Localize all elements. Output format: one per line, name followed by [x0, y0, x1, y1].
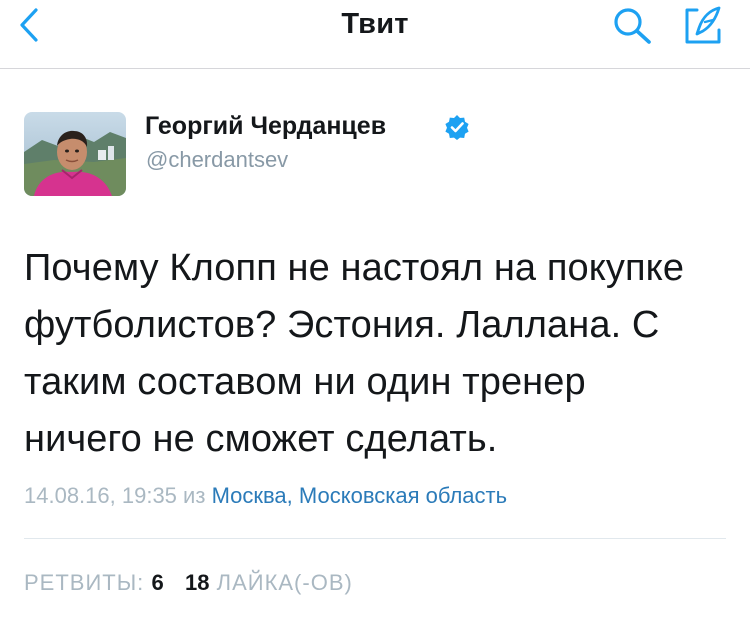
tweet-location-link[interactable]: Москва, Московская область [212, 483, 508, 508]
compose-icon [685, 6, 721, 44]
likes-label[interactable]: ЛАЙКА(-ОВ) [217, 570, 353, 595]
tweet-text-line: футболистов? Эстония. Лаллана. С [24, 304, 660, 346]
verified-badge-icon [445, 115, 469, 140]
retweets-label[interactable]: РЕТВИТЫ: [24, 570, 144, 595]
tweet-stats: РЕТВИТЫ: 6 18 ЛАЙКА(-ОВ) [24, 570, 353, 596]
search-button[interactable] [610, 6, 654, 46]
author-avatar[interactable] [24, 112, 126, 196]
divider [24, 538, 726, 539]
tweet-detail-screen: Твит Георгий Черданцев @cherdantsev Поче… [0, 0, 750, 622]
author-handle[interactable]: @cherdantsev [146, 147, 288, 173]
tweet-text-line: Почему Клопп не настоял на покупке [24, 247, 685, 289]
retweets-count[interactable]: 6 [151, 570, 163, 595]
tweet-text-line: таким составом ни один тренер [24, 361, 586, 403]
meta-from-word: из [183, 483, 206, 508]
navigation-bar: Твит [0, 0, 750, 69]
tweet-text: Почему Клопп не настоял на покупке футбо… [24, 240, 724, 468]
avatar-photo [24, 112, 126, 196]
tweet-text-line: ничего не сможет сделать. [24, 418, 498, 460]
tweet-timestamp: 14.08.16, 19:35 [24, 483, 177, 508]
tweet-meta: 14.08.16, 19:35 из Москва, Московская об… [24, 483, 507, 509]
compose-button[interactable] [680, 4, 726, 46]
likes-count[interactable]: 18 [185, 570, 209, 595]
author-name[interactable]: Георгий Черданцев [145, 112, 386, 141]
search-icon [614, 8, 651, 44]
